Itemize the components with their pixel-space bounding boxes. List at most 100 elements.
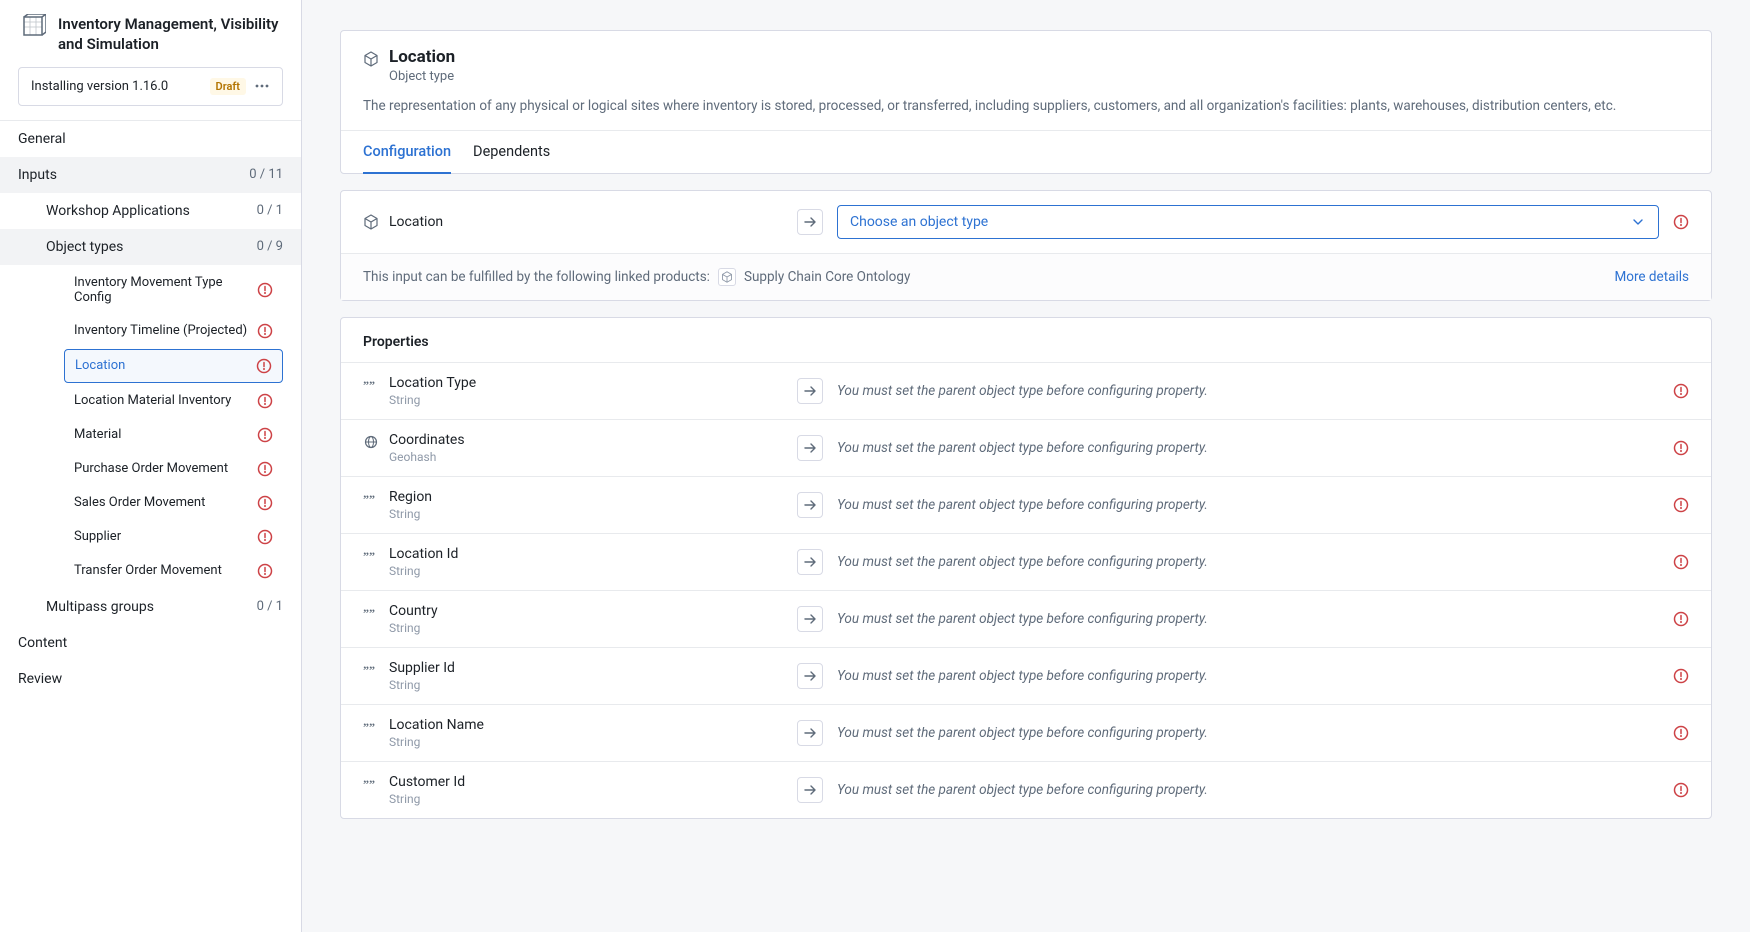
property-name: Region	[389, 489, 432, 505]
string-icon	[363, 662, 379, 678]
nav-count: 0 / 1	[257, 203, 283, 218]
object-type-item[interactable]: Supplier	[64, 521, 283, 553]
tab-configuration[interactable]: Configuration	[363, 131, 451, 174]
arrow-button[interactable]	[797, 720, 823, 746]
globe-icon	[363, 434, 379, 450]
object-type-label: Transfer Order Movement	[74, 563, 257, 578]
more-icon[interactable]	[254, 78, 270, 94]
nav-count: 0 / 11	[249, 167, 283, 182]
sidebar-header: Inventory Management, Visibility and Sim…	[0, 0, 301, 67]
object-type-item[interactable]: Purchase Order Movement	[64, 453, 283, 485]
error-icon	[1673, 214, 1689, 230]
object-type-item[interactable]: Inventory Movement Type Config	[64, 267, 283, 313]
property-name: Location Type	[389, 375, 476, 391]
mapping-row: Location Choose an object type	[341, 191, 1711, 253]
caret-down-icon	[1630, 214, 1646, 230]
more-details-link[interactable]: More details	[1614, 269, 1689, 285]
string-icon	[363, 491, 379, 507]
error-icon	[257, 529, 273, 545]
arrow-button[interactable]	[797, 549, 823, 575]
object-type-item[interactable]: Location Material Inventory	[64, 385, 283, 417]
property-type: String	[389, 564, 458, 578]
string-icon	[363, 776, 379, 792]
nav-review[interactable]: Review	[0, 661, 301, 697]
object-type-item[interactable]: Material	[64, 419, 283, 451]
object-type-item[interactable]: Location	[64, 349, 283, 383]
object-type-label: Sales Order Movement	[74, 495, 257, 510]
object-type-label: Location Material Inventory	[74, 393, 257, 408]
product-icon	[18, 14, 46, 42]
properties-card: Properties Location Type String You must…	[340, 317, 1712, 819]
page-subtitle: Object type	[389, 69, 455, 84]
error-icon	[257, 427, 273, 443]
property-message: You must set the parent object type befo…	[837, 725, 1659, 741]
object-types-tree: Inventory Movement Type Config Inventory…	[0, 265, 301, 589]
cube-icon	[363, 214, 379, 230]
property-type: String	[389, 507, 432, 521]
nav-inputs[interactable]: Inputs 0 / 11	[0, 157, 301, 193]
mapping-source-label: Location	[389, 214, 443, 230]
error-icon	[1673, 725, 1689, 741]
tab-dependents[interactable]: Dependents	[473, 131, 550, 174]
error-icon	[257, 495, 273, 511]
property-type: String	[389, 792, 465, 806]
property-row: Country String You must set the parent o…	[341, 590, 1711, 647]
property-row: Coordinates Geohash You must set the par…	[341, 419, 1711, 476]
error-icon	[1673, 497, 1689, 513]
arrow-button[interactable]	[797, 777, 823, 803]
nav-general[interactable]: General	[0, 121, 301, 157]
nav-content[interactable]: Content	[0, 625, 301, 661]
object-type-label: Location	[75, 358, 256, 373]
page-title: Location	[389, 47, 455, 67]
property-name: Supplier Id	[389, 660, 455, 676]
property-type: Geohash	[389, 450, 465, 464]
header-card: Location Object type The representation …	[340, 30, 1712, 174]
error-icon	[257, 323, 273, 339]
nav-label: Workshop Applications	[46, 203, 257, 219]
string-icon	[363, 377, 379, 393]
arrow-button[interactable]	[797, 606, 823, 632]
arrow-button[interactable]	[797, 492, 823, 518]
property-message: You must set the parent object type befo…	[837, 440, 1659, 456]
nav-object-types[interactable]: Object types 0 / 9	[0, 229, 301, 265]
properties-header: Properties	[341, 318, 1711, 362]
property-type: String	[389, 621, 438, 635]
object-type-label: Purchase Order Movement	[74, 461, 257, 476]
error-icon	[257, 461, 273, 477]
property-row: Supplier Id String You must set the pare…	[341, 647, 1711, 704]
error-icon	[1673, 782, 1689, 798]
arrow-button[interactable]	[797, 435, 823, 461]
nav-count: 0 / 1	[257, 599, 283, 614]
product-title: Inventory Management, Visibility and Sim…	[58, 14, 283, 55]
property-type: String	[389, 393, 476, 407]
linked-product-name: Supply Chain Core Ontology	[744, 269, 910, 285]
draft-badge: Draft	[210, 78, 246, 95]
property-message: You must set the parent object type befo…	[837, 497, 1659, 513]
linked-product-icon	[718, 268, 736, 286]
object-type-label: Inventory Timeline (Projected)	[74, 323, 257, 338]
error-icon	[257, 563, 273, 579]
error-icon	[1673, 554, 1689, 570]
nav-label: Object types	[46, 239, 257, 255]
property-type: String	[389, 678, 455, 692]
version-selector[interactable]: Installing version 1.16.0 Draft	[18, 67, 283, 106]
object-type-item[interactable]: Transfer Order Movement	[64, 555, 283, 587]
arrow-button[interactable]	[797, 209, 823, 235]
arrow-button[interactable]	[797, 378, 823, 404]
nav-workshop-applications[interactable]: Workshop Applications 0 / 1	[0, 193, 301, 229]
property-type: String	[389, 735, 484, 749]
arrow-button[interactable]	[797, 663, 823, 689]
property-name: Location Name	[389, 717, 484, 733]
object-type-item[interactable]: Sales Order Movement	[64, 487, 283, 519]
property-name: Coordinates	[389, 432, 465, 448]
property-row: Region String You must set the parent ob…	[341, 476, 1711, 533]
object-type-item[interactable]: Inventory Timeline (Projected)	[64, 315, 283, 347]
error-icon	[1673, 383, 1689, 399]
linked-text: This input can be fulfilled by the follo…	[363, 269, 710, 285]
object-type-select[interactable]: Choose an object type	[837, 205, 1659, 239]
error-icon	[1673, 440, 1689, 456]
string-icon	[363, 548, 379, 564]
linked-products-row: This input can be fulfilled by the follo…	[341, 253, 1711, 300]
nav-multipass-groups[interactable]: Multipass groups 0 / 1	[0, 589, 301, 625]
tabs: Configuration Dependents	[341, 130, 1711, 173]
